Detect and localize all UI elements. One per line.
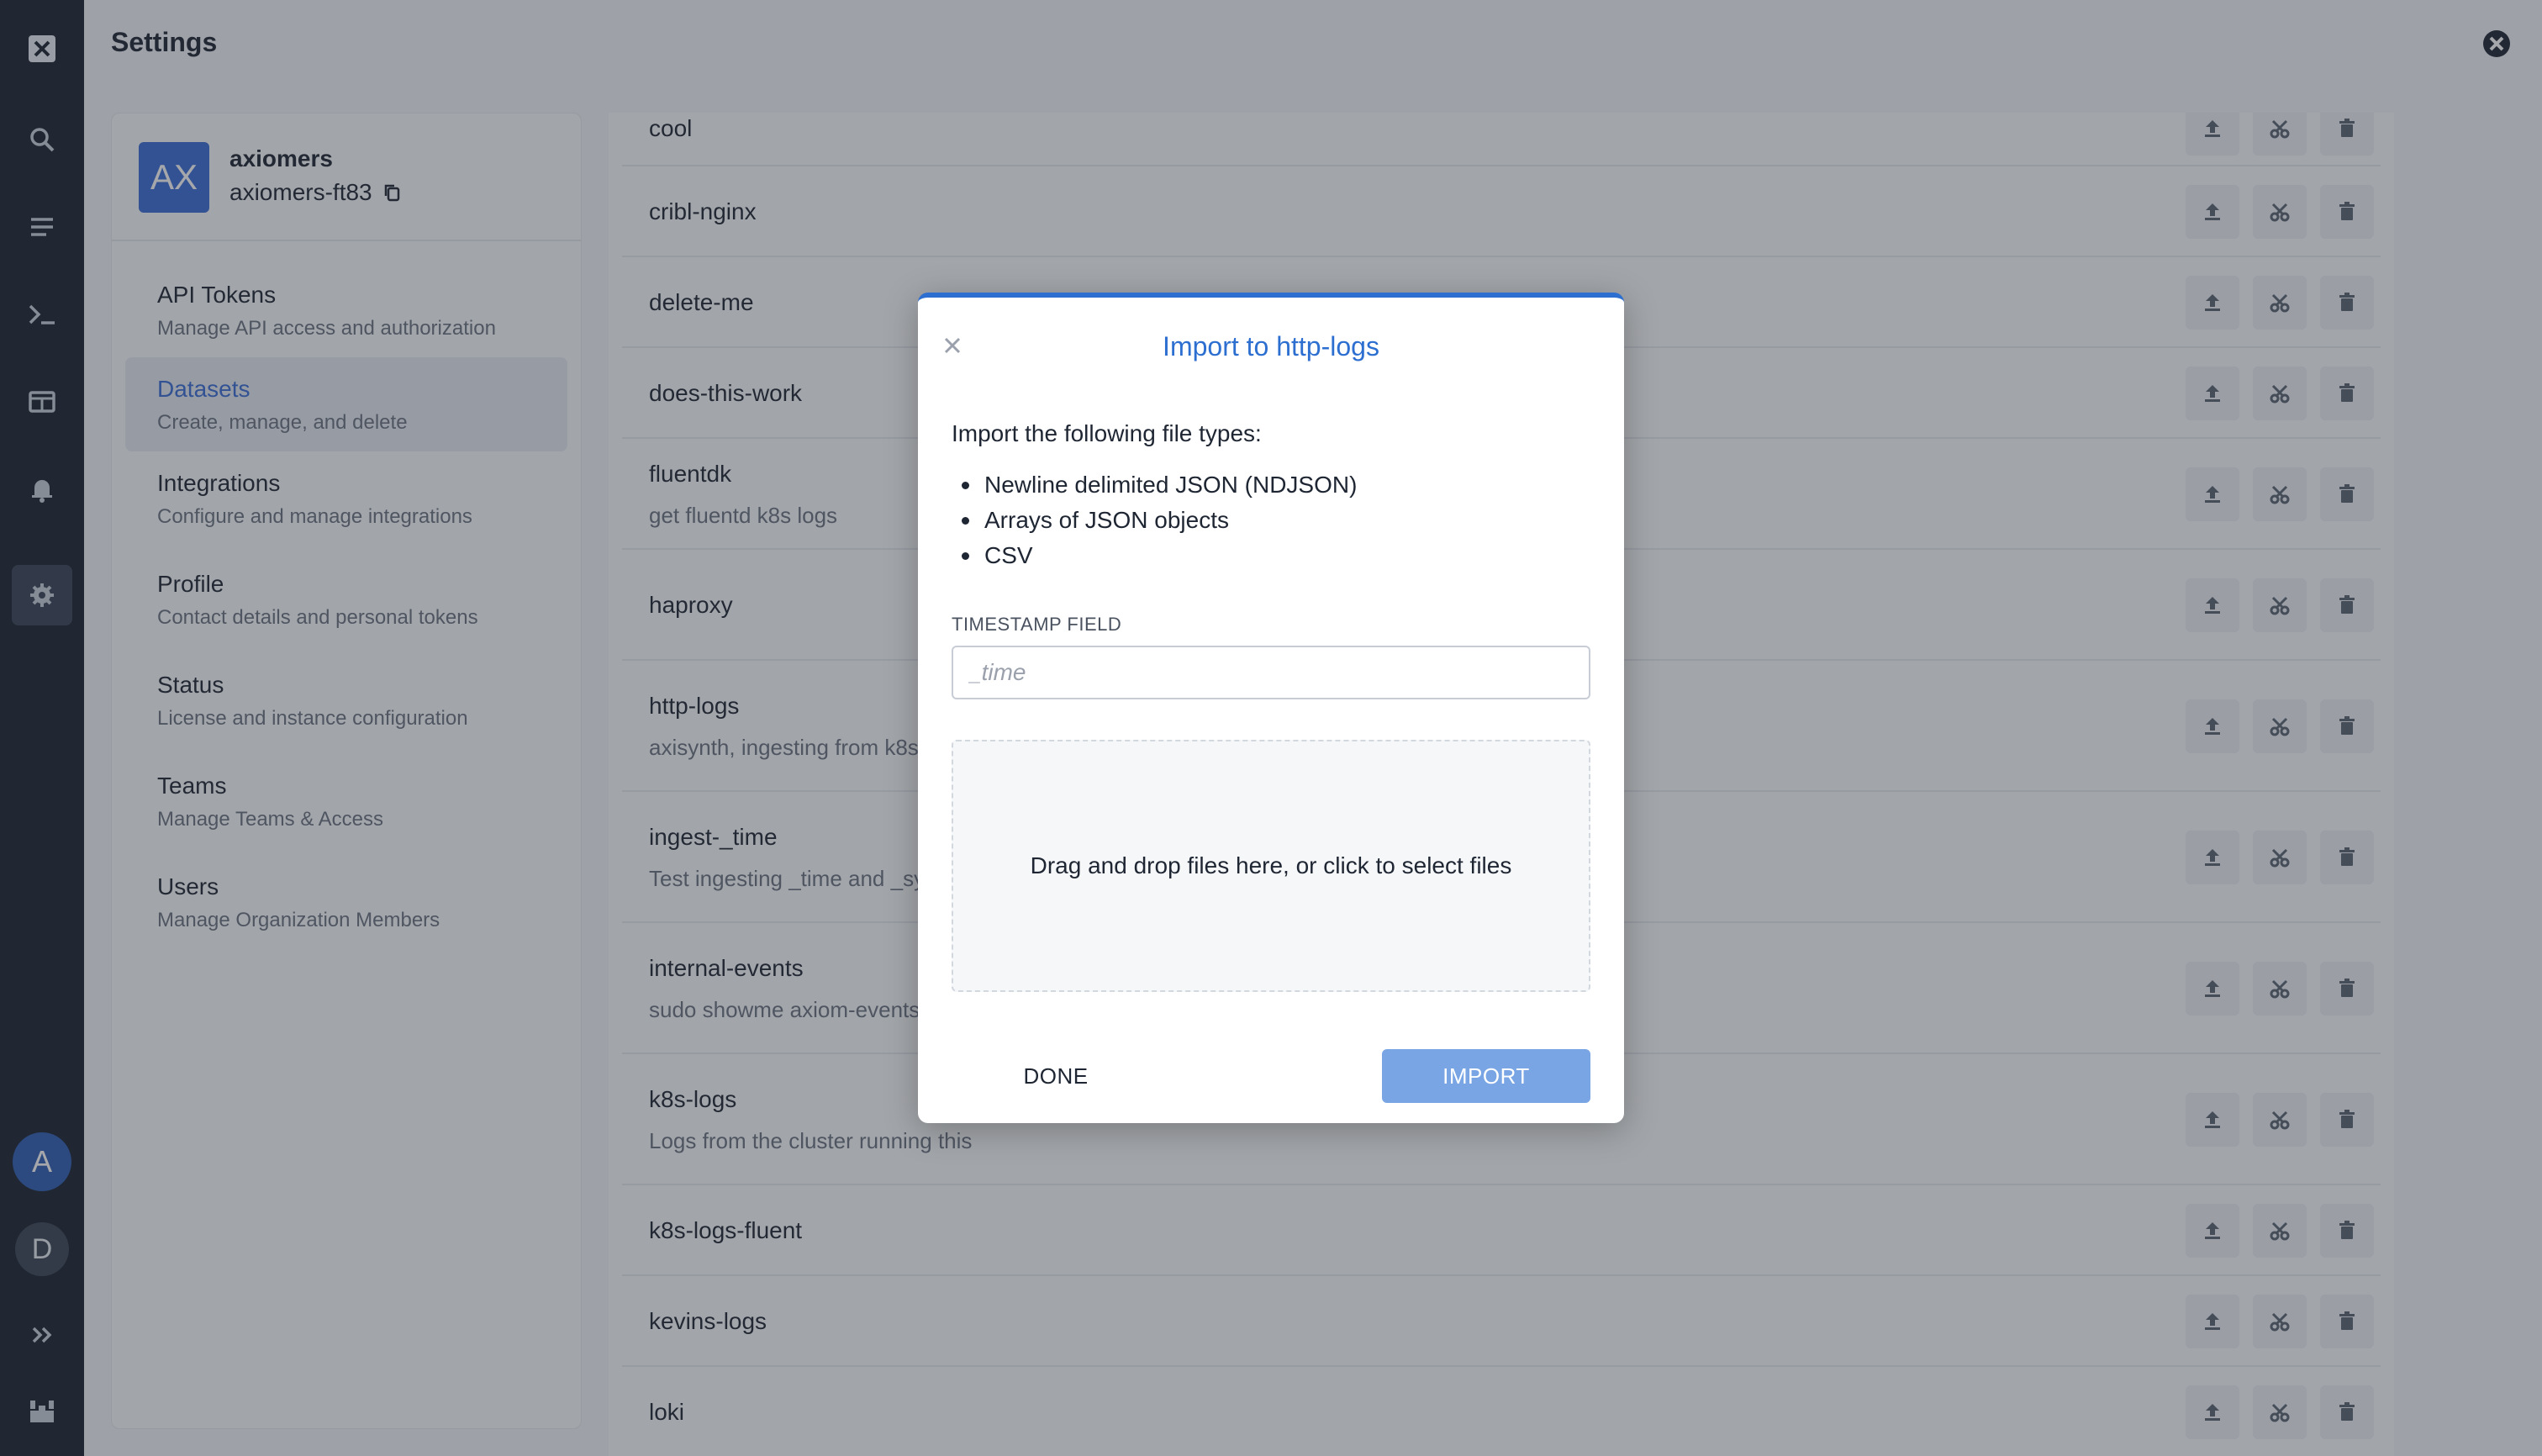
list-item: CSV bbox=[952, 538, 1357, 573]
dialog-title: Import to http-logs bbox=[1163, 331, 1379, 361]
file-type-list: Newline delimited JSON (NDJSON) Arrays o… bbox=[952, 467, 1357, 573]
dropzone-text: Drag and drop files here, or click to se… bbox=[1030, 852, 1512, 878]
list-item: Newline delimited JSON (NDJSON) bbox=[952, 467, 1357, 503]
done-button[interactable]: DONE bbox=[997, 1049, 1115, 1103]
timestamp-field-label: TIMESTAMP FIELD bbox=[952, 614, 1122, 635]
dialog-intro: Import the following file types: bbox=[952, 420, 1262, 446]
import-button[interactable]: IMPORT bbox=[1382, 1049, 1590, 1103]
import-dialog: Import to http-logs Import the following… bbox=[918, 293, 1624, 1123]
timestamp-field-input[interactable] bbox=[952, 646, 1590, 699]
list-item: Arrays of JSON objects bbox=[952, 503, 1357, 538]
file-dropzone[interactable]: Drag and drop files here, or click to se… bbox=[952, 740, 1590, 992]
